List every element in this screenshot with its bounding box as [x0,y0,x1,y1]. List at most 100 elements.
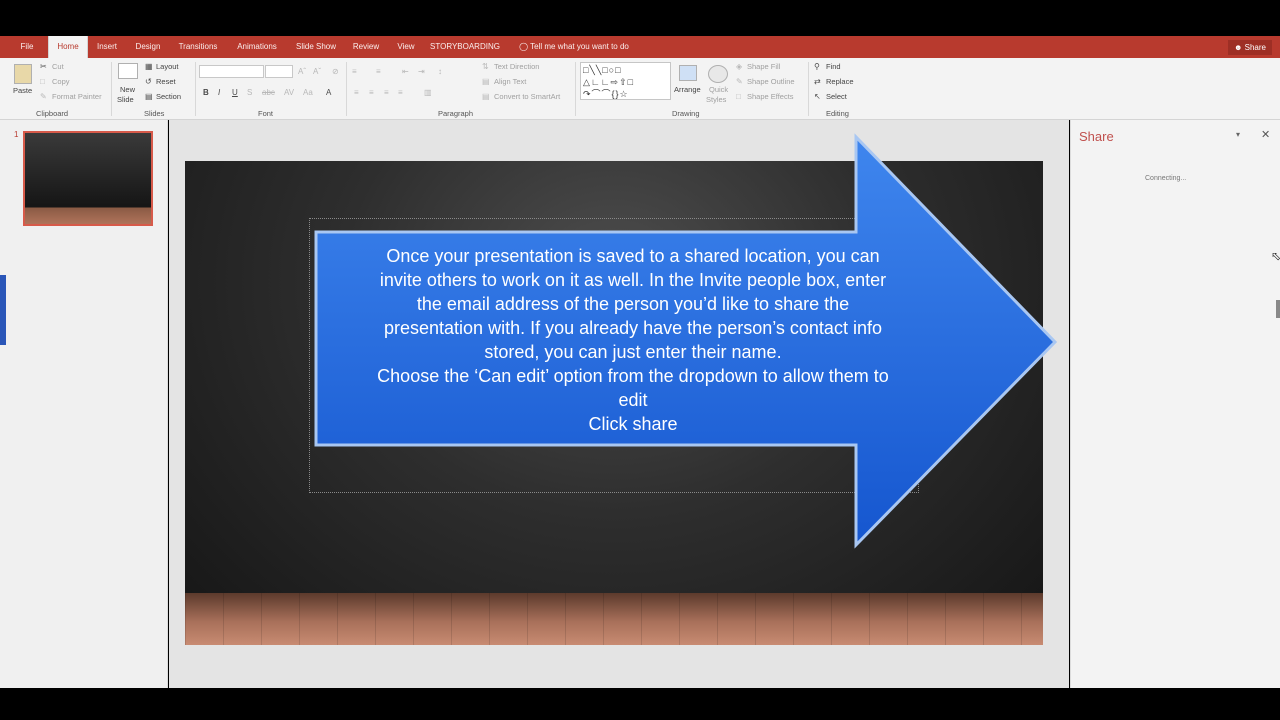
text-direction-label[interactable]: Text Direction [494,62,539,72]
find-label[interactable]: Find [826,62,841,72]
tab-slide-show[interactable]: Slide Show [292,36,340,58]
group-divider [195,62,196,116]
italic-icon[interactable]: I [218,88,220,98]
chevron-down-icon[interactable]: ▾ [1236,130,1240,139]
increase-font-icon[interactable]: Aˆ [298,67,306,77]
align-text-icon[interactable]: ▤ [482,77,490,87]
align-center-icon[interactable]: ≡ [369,88,374,98]
arrow-text-line: Choose the ‘Can edit’ option from the dr… [377,366,889,386]
share-button-label: Share [1244,43,1266,52]
format-painter-label[interactable]: Format Painter [52,92,102,102]
shape-fill-label[interactable]: Shape Fill [747,62,780,72]
tab-view[interactable]: View [392,36,420,58]
format-painter-icon[interactable]: ✎ [40,92,47,102]
convert-smartart-label[interactable]: Convert to SmartArt [494,92,560,102]
align-text-label[interactable]: Align Text [494,77,526,87]
slide-thumbnail[interactable] [23,131,153,226]
quick-styles-label[interactable]: Quick [709,85,728,95]
font-color-icon[interactable]: A [326,88,331,98]
shape-fill-icon[interactable]: ◈ [736,62,742,72]
arrow-text-line: stored, you can just enter their name. [484,342,782,362]
copy-icon[interactable]: □ [40,77,45,87]
tab-insert[interactable]: Insert [92,36,122,58]
reset-icon[interactable]: ↺ [145,77,152,87]
paste-label[interactable]: Paste [13,86,32,96]
shapes-gallery[interactable]: □╲╲□○□ △∟∟⇨⇧□ ↷⌒⌒{}☆ [580,62,671,100]
arrow-text-line: presentation with. If you already have t… [384,318,882,338]
font-group-label: Font [258,109,274,118]
scrollbar-handle[interactable] [1276,300,1280,318]
reset-label[interactable]: Reset [156,77,176,87]
tab-design[interactable]: Design [130,36,166,58]
shadow-icon[interactable]: S [247,88,252,98]
copy-label[interactable]: Copy [52,77,70,87]
ribbon: Paste ✂ Cut □ Copy ✎ Format Painter Clip… [0,58,1280,120]
editing-group-label: Editing [826,109,849,118]
tab-animations[interactable]: Animations [232,36,282,58]
window-bottom-bar [0,688,1280,720]
shape-effects-label[interactable]: Shape Effects [747,92,794,102]
window-edge-accent [0,275,6,345]
arrow-text: Once your presentation is saved to a sha… [323,244,943,436]
tab-home[interactable]: Home [48,36,88,58]
cut-icon[interactable]: ✂ [40,62,47,72]
replace-label[interactable]: Replace [826,77,854,87]
tab-review[interactable]: Review [350,36,382,58]
select-label[interactable]: Select [826,92,847,102]
layout-icon[interactable]: ▦ [145,62,153,72]
section-icon[interactable]: ▤ [145,92,153,102]
clear-format-icon[interactable]: ⊘ [332,67,339,77]
ribbon-tabs: File Home Insert Design Transitions Anim… [0,36,1280,58]
font-size-field[interactable] [265,65,293,78]
new-slide-icon[interactable] [118,63,138,79]
arrow-text-line: the email address of the person you’d li… [416,294,850,314]
share-button[interactable]: ☻ Share [1227,40,1272,55]
find-icon[interactable]: ⚲ [814,62,820,72]
paste-icon[interactable] [14,64,32,84]
select-icon[interactable]: ↖ [814,92,821,102]
quick-styles-label-2[interactable]: Styles [706,95,726,105]
bold-icon[interactable]: B [203,88,209,98]
columns-icon[interactable]: ▥ [424,88,432,98]
close-icon[interactable]: ✕ [1261,128,1270,141]
wood-floor-background [185,593,1043,645]
align-right-icon[interactable]: ≡ [384,88,389,98]
quick-styles-icon[interactable] [708,65,728,83]
justify-icon[interactable]: ≡ [398,88,403,98]
clipboard-group-label: Clipboard [36,109,69,118]
layout-label[interactable]: Layout [156,62,179,72]
tab-file[interactable]: File [12,36,42,58]
decrease-font-icon[interactable]: Aˇ [313,67,321,77]
shape-effects-icon[interactable]: □ [736,92,741,102]
smartart-icon[interactable]: ▤ [482,92,490,102]
slide-number: 1 [14,130,19,139]
window-top-bar [0,0,1280,36]
tab-storyboarding[interactable]: STORYBOARDING [430,36,500,58]
shape-outline-label[interactable]: Shape Outline [747,77,795,87]
new-slide-label[interactable]: New [120,85,135,95]
font-name-field[interactable] [199,65,264,78]
numbering-icon[interactable]: ≡ [376,67,381,77]
arrow-text-line: Click share [588,414,678,434]
tab-transitions[interactable]: Transitions [174,36,222,58]
increase-indent-icon[interactable]: ⇥ [418,67,425,77]
share-pane-title: Share [1079,129,1114,144]
section-label[interactable]: Section [156,92,181,102]
strikethrough-icon[interactable]: abc [262,88,275,98]
decrease-indent-icon[interactable]: ⇤ [402,67,409,77]
cut-label[interactable]: Cut [52,62,64,72]
arrange-icon[interactable] [679,65,697,81]
slide-thumbnail-panel: 1 [0,120,168,688]
tell-me-box[interactable]: ◯ Tell me what you want to do [512,36,636,58]
line-spacing-icon[interactable]: ↕ [438,67,442,77]
underline-icon[interactable]: U [232,88,238,98]
new-slide-label-2[interactable]: Slide [117,95,134,105]
change-case-icon[interactable]: Aa [303,88,313,98]
bullets-icon[interactable]: ≡ [352,67,357,77]
align-left-icon[interactable]: ≡ [354,88,359,98]
char-spacing-icon[interactable]: AV [284,88,294,98]
replace-icon[interactable]: ⇄ [814,77,821,87]
arrange-label[interactable]: Arrange [674,85,701,95]
text-direction-icon[interactable]: ⇅ [482,62,489,72]
shape-outline-icon[interactable]: ✎ [736,77,743,87]
